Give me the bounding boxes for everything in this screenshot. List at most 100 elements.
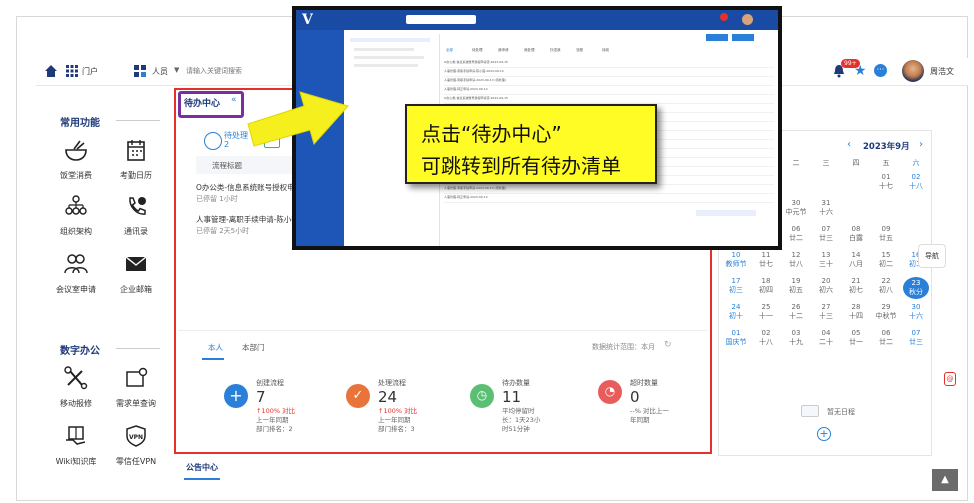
preview-row: 人事管理-转正申请-2023-09-12: [444, 195, 774, 203]
attendance-item[interactable]: 考勤日历: [106, 138, 166, 181]
instruction-callout: 点击“待办中心” 可跳转到所有待办清单: [405, 104, 657, 184]
calendar-day[interactable]: 07 廿三: [903, 329, 929, 347]
calendar-day[interactable]: 31 十六: [813, 199, 839, 217]
settings-window-icon: [123, 366, 149, 390]
preview-row: 人事管理-离职手续申请-2023-09-13 (待处理): [444, 186, 774, 194]
home-icon[interactable]: [44, 64, 58, 78]
calendar-day[interactable]: 05廿一: [843, 329, 869, 347]
calendar-day[interactable]: 23 秋分: [903, 277, 929, 299]
nav-float-button[interactable]: 导航: [918, 244, 946, 268]
calendar-day[interactable]: 24 初十: [723, 303, 749, 321]
calendar-day[interactable]: 26 十二: [783, 303, 809, 321]
preview-row: 人事管理-转正申请-2023-09-12: [444, 87, 774, 95]
calendar-day[interactable]: 13 三十: [813, 251, 839, 269]
divider: [116, 120, 160, 121]
people-group-icon: [63, 252, 89, 276]
repair-item[interactable]: 移动报修: [46, 366, 106, 409]
people-dropdown[interactable]: 人员: [152, 66, 168, 77]
add-schedule-button[interactable]: +: [817, 427, 831, 441]
meeting-room-label: 会议室申请: [56, 285, 96, 294]
preview-tree-line: [354, 56, 424, 59]
side-float-icon[interactable]: @: [944, 372, 956, 386]
calendar-day[interactable]: 17 初三: [723, 277, 749, 295]
calendar-day[interactable]: 14 八月: [843, 251, 869, 269]
weekday-label: 五: [882, 159, 890, 167]
vpn-shield-icon: VPN: [123, 424, 149, 448]
org-chart-label: 组织架构: [60, 227, 92, 236]
calendar-day[interactable]: 09 廿五: [873, 225, 899, 243]
calendar-day[interactable]: 21 初七: [843, 277, 869, 295]
prev-month-button[interactable]: ‹: [847, 139, 851, 150]
org-chart-icon: [63, 194, 89, 218]
org-chart-item[interactable]: 组织架构: [46, 194, 106, 237]
wiki-label: Wiki知识库: [55, 457, 97, 466]
contacts-item[interactable]: 通讯录: [106, 194, 166, 237]
calendar-day[interactable]: 30 中元节: [783, 199, 809, 217]
preview-row: O办公类-信息系统账号授权申请流-2023-09-15: [444, 96, 774, 104]
calendar-day[interactable]: 29 中秋节: [873, 303, 899, 321]
email-label: 企业邮箱: [120, 285, 152, 294]
book-hand-icon: [63, 424, 89, 448]
preview-badge: [720, 13, 728, 21]
preview-tab: 全部: [446, 48, 453, 52]
user-name[interactable]: 周浩文: [930, 66, 954, 77]
preview-tab: 我申请: [498, 48, 509, 52]
calendar-day[interactable]: 01 国庆节: [723, 329, 749, 347]
canteen-item[interactable]: 饭堂消费: [46, 138, 106, 181]
vpn-item[interactable]: VPN 零信任VPN: [106, 424, 166, 467]
calendar-day[interactable]: 02 十八: [903, 173, 929, 191]
calendar-day[interactable]: 30 十六: [903, 303, 929, 321]
calendar-day[interactable]: 15 初二: [873, 251, 899, 269]
calendar-day[interactable]: 22 初八: [873, 277, 899, 295]
preview-logo: V: [302, 12, 313, 28]
calendar-day[interactable]: 01 十七: [873, 173, 899, 191]
preview-tree-line: [354, 64, 418, 67]
calendar-day[interactable]: 28 十四: [843, 303, 869, 321]
preview-row: O办公类-信息系统账号授权申请流-2023-09-15: [444, 60, 774, 68]
calendar-day[interactable]: 25 十一: [753, 303, 779, 321]
calendar-day[interactable]: 06 廿二: [873, 329, 899, 347]
weekday-label: 六: [912, 159, 920, 167]
calendar-day[interactable]: 10 教师节: [723, 251, 749, 269]
scroll-top-button[interactable]: ▲: [932, 469, 958, 491]
callout-line-2: 可跳转到所有待办清单: [421, 154, 621, 178]
request-query-item[interactable]: 需求单查询: [106, 366, 166, 409]
people-icon: [134, 65, 146, 77]
callout-line-1: 点击“待办中心”: [421, 122, 562, 146]
avatar[interactable]: [902, 60, 924, 82]
weekday-label: 二: [792, 159, 800, 167]
next-month-button[interactable]: ›: [919, 139, 923, 150]
calendar-day[interactable]: 12 廿八: [783, 251, 809, 269]
calendar-day[interactable]: 19 初五: [783, 277, 809, 295]
contacts-label: 通讯录: [124, 227, 148, 236]
meeting-room-item[interactable]: 会议室申请: [46, 252, 106, 295]
calendar-day[interactable]: 18 初四: [753, 277, 779, 295]
calendar-day[interactable]: 02 十八: [753, 329, 779, 347]
nav-label: 导航: [925, 252, 939, 260]
weekday-label: 四: [852, 159, 860, 167]
calendar-day[interactable]: 11 廿七: [753, 251, 779, 269]
portal-label[interactable]: 门户: [82, 66, 98, 77]
calendar-day[interactable]: 07 廿三: [813, 225, 839, 243]
preview-row: 人事管理-离职手续申请-2023-09-13 (待处理): [444, 78, 774, 86]
notice-center-title[interactable]: 公告中心: [186, 462, 218, 473]
apps-grid-icon[interactable]: [66, 65, 78, 77]
wiki-item[interactable]: Wiki知识库: [46, 424, 106, 467]
search-input[interactable]: [186, 63, 306, 79]
preview-avatar: [742, 14, 753, 25]
calendar-day[interactable]: 20 初六: [813, 277, 839, 295]
star-icon[interactable]: ★: [854, 63, 867, 79]
mail-icon: [123, 252, 149, 276]
chevron-down-icon[interactable]: ▼: [174, 66, 179, 74]
calendar-day[interactable]: 03 十九: [783, 329, 809, 347]
more-icon[interactable]: ···: [874, 64, 887, 77]
attendance-label: 考勤日历: [120, 171, 152, 180]
calendar-icon: [123, 138, 149, 162]
calendar-day[interactable]: 04 二十: [813, 329, 839, 347]
calendar-day[interactable]: 27 十三: [813, 303, 839, 321]
bowl-icon: [63, 138, 89, 162]
calendar-day[interactable]: 06 廿二: [783, 225, 809, 243]
email-item[interactable]: 企业邮箱: [106, 252, 166, 295]
preview-tree-line: [350, 38, 430, 42]
calendar-day[interactable]: 08 白露: [843, 225, 869, 243]
